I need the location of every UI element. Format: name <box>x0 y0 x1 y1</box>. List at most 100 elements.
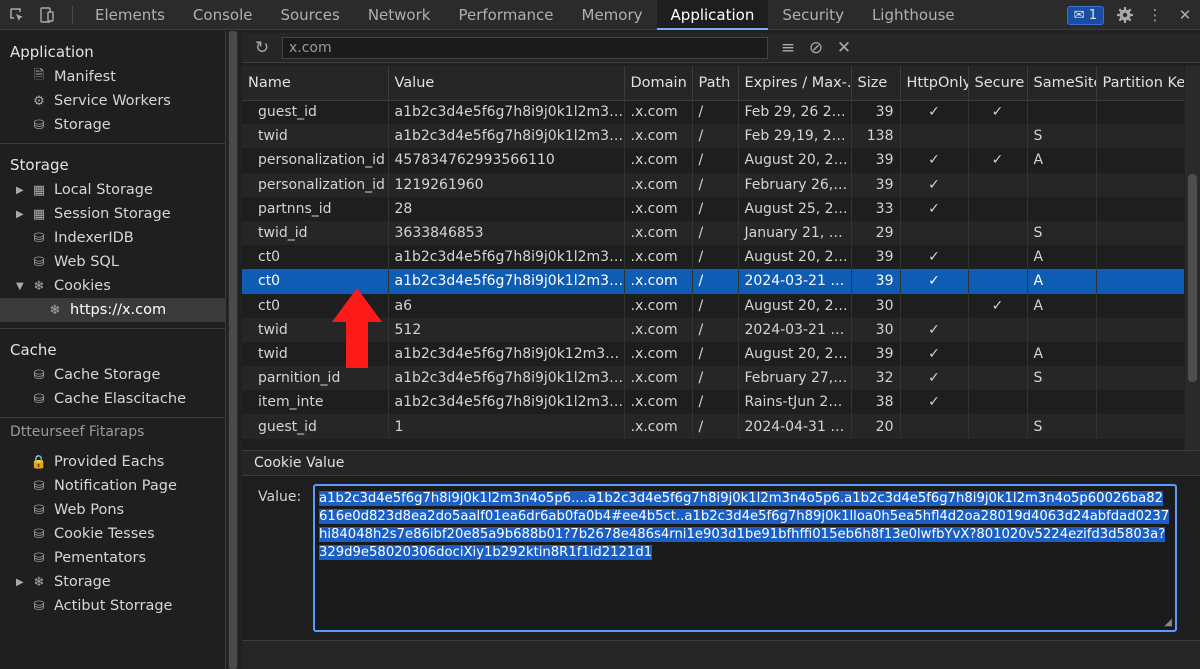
expand-arrow-icon[interactable]: ▶ <box>16 577 24 588</box>
issues-badge[interactable]: ✉ 1 <box>1066 5 1104 25</box>
table-row[interactable]: twid_id 3633846853 .x.com / January 21, 20..… <box>242 220 1184 246</box>
sidebar-item-actibut-storrage[interactable]: ⛁ Actibut Storrage <box>0 594 225 618</box>
column-header[interactable]: Partition Key <box>1096 66 1184 101</box>
table-row[interactable]: twida1b2c3d4e5f6g7h8i9j0k1l2m3n4o5....x.… <box>242 124 1184 149</box>
sidebar-item-cookies[interactable]: ▼ ❄ Cookies <box>0 274 225 298</box>
sidebar-item-indexeddb[interactable]: ⛁ IndexerIDB <box>0 226 225 250</box>
devtools-toolbar: Elements Console Sources Network Performance… <box>0 0 1200 30</box>
tab-console[interactable]: Console <box>179 0 267 30</box>
sidebar-item-cookie-tesses[interactable]: ⛁ Cookie Tesses <box>0 522 225 546</box>
tab-application[interactable]: Application <box>656 0 769 30</box>
table-cell: .x.com <box>624 414 693 439</box>
filter-input[interactable] <box>282 36 768 59</box>
table-scrollbar[interactable] <box>1185 66 1200 452</box>
table-row[interactable]: guest_id a1b2c3d4e5f6g7h8i9j0k1l2m3n4o...… <box>242 100 1184 125</box>
table-cell: / <box>692 293 739 318</box>
sidebar-item-web-sql[interactable]: ⛁ Web SQL <box>0 250 225 274</box>
clear-all-icon[interactable]: ⊘ <box>802 38 830 58</box>
toolbar-right: ✉ 1 ⋮ ✕ <box>1066 0 1200 30</box>
expand-arrow-icon[interactable]: ▶ <box>16 185 24 196</box>
column-header[interactable]: Name <box>242 66 389 101</box>
sidebar-item-notification-page[interactable]: ⛁ Notification Page <box>0 474 225 498</box>
table-row[interactable]: twid512.x.com/2024-03-21 10:...30✓ <box>242 317 1184 342</box>
tab-elements[interactable]: Elements <box>81 0 179 30</box>
sidebar-item-provided-eachs[interactable]: 🔒 Provided Eachs <box>0 450 225 474</box>
table-cell <box>1096 414 1184 439</box>
table-cell: partnns_id <box>242 196 389 221</box>
column-header[interactable]: SameSite <box>1027 66 1097 101</box>
inspect-element-icon[interactable] <box>6 4 28 26</box>
tab-network[interactable]: Network <box>354 0 445 30</box>
table-cell <box>1096 220 1184 246</box>
tab-security[interactable]: Security <box>768 0 858 30</box>
resize-handle-icon[interactable]: ◢ <box>1164 617 1172 628</box>
delete-selected-icon[interactable]: ✕ <box>830 38 858 58</box>
sidebar-scrollbar-thumb[interactable] <box>229 31 237 669</box>
column-header[interactable]: Path <box>692 66 739 101</box>
tab-lighthouse[interactable]: Lighthouse <box>858 0 969 30</box>
filter-list-icon[interactable]: ≡ <box>774 38 802 58</box>
column-header[interactable]: Expires / Max-... <box>738 66 852 101</box>
table-cell: ✓ <box>968 100 1028 125</box>
tab-performance[interactable]: Performance <box>444 0 567 30</box>
message-icon: ✉ <box>1073 7 1085 23</box>
column-header[interactable]: HttpOnly <box>900 66 969 101</box>
table-row[interactable]: personalization_id 457834762993566110 .x.c… <box>242 148 1184 173</box>
table-row[interactable]: personalization_id 1219261960 .x.com / Febru… <box>242 172 1184 197</box>
sidebar-item-pementators[interactable]: ⛁ Pementators <box>0 546 225 570</box>
table-row[interactable]: ct0a1b2c3d4e5f6g7h8i9j0k1l2m3n4o5p....x.… <box>242 269 1184 294</box>
table-row[interactable]: twid a1b2c3d4e5f6g7h8i9j0k12m3n4o... .x.co… <box>242 341 1184 367</box>
table-cell: ✓ <box>900 269 969 294</box>
table-cell <box>968 172 1028 197</box>
column-header[interactable]: Secure <box>968 66 1028 101</box>
table-cell: January 21, 20... <box>738 220 852 246</box>
column-header[interactable]: Size <box>851 66 901 101</box>
settings-gear-icon[interactable] <box>1114 4 1136 26</box>
table-cell: / <box>692 317 739 342</box>
close-devtools-icon[interactable]: ✕ <box>1174 4 1196 26</box>
sidebar-item-cache-elascitache[interactable]: ⛁ Cache Elascitache <box>0 387 225 411</box>
table-row[interactable]: guest_id1.x.com/2024-04-31 10:...20 S <box>242 414 1184 439</box>
expand-arrow-icon[interactable]: ▶ <box>16 209 24 220</box>
sidebar-item-manifest[interactable]: 🗎 Manifest <box>0 65 225 89</box>
table-row[interactable]: partnns_id28.x.com/August 25, 202...33✓ <box>242 196 1184 221</box>
table-cell: .x.com <box>624 172 693 197</box>
sidebar-item-storage[interactable]: ▶ ❄ Storage <box>0 570 225 594</box>
more-options-icon[interactable]: ⋮ <box>1144 4 1166 26</box>
device-toolbar-icon[interactable] <box>36 4 58 26</box>
sidebar-scrollbar[interactable] <box>228 31 238 669</box>
refresh-icon[interactable]: ↻ <box>248 38 276 58</box>
table-scrollbar-thumb[interactable] <box>1188 174 1197 382</box>
table-row[interactable]: parnition_id a1b2c3d4e5f6g7h8i9j0k1l2m3n4… <box>242 366 1184 391</box>
sidebar-item-service-workers[interactable]: ⚙ Service Workers <box>0 89 225 113</box>
sidebar-item-cache-storage[interactable]: ⛁ Cache Storage <box>0 363 225 387</box>
column-header[interactable]: Domain <box>624 66 693 101</box>
sidebar-item-cookie-origin[interactable]: ❄ https://x.com <box>0 298 225 322</box>
sidebar-item-storage-overview[interactable]: ⛁ Storage <box>0 113 225 137</box>
table-cell: 2024-04-31 10:... <box>738 414 852 439</box>
table-cell: 20 <box>851 414 901 439</box>
column-header[interactable]: Value <box>388 66 625 101</box>
tab-memory[interactable]: Memory <box>568 0 657 30</box>
collapse-arrow-icon[interactable]: ▼ <box>16 281 24 292</box>
tab-sources[interactable]: Sources <box>266 0 353 30</box>
table-row[interactable]: item_intea1b2c3d4e5f6g7h8i9j0k1l2m3n4o5.… <box>242 390 1184 415</box>
table-cell: twid_id <box>242 220 389 246</box>
table-cell: / <box>692 196 739 221</box>
database-icon: ⛁ <box>33 391 45 407</box>
cookie-icon: ❄ <box>33 574 45 590</box>
table-cell: a1b2c3d4e5f6g7h8i9j0k1l2m3n4o5... <box>388 124 625 149</box>
table-cell <box>1027 196 1097 221</box>
table-row[interactable]: ct0 a6 .x.com / August 20, 20... 30 ✓ A <box>242 293 1184 318</box>
lock-icon: 🔒 <box>30 454 48 470</box>
sidebar-item-web-pons[interactable]: ⛁ Web Pons <box>0 498 225 522</box>
cookie-value-textarea[interactable]: a1b2c3d4e5f6g7h8i9j0k1l2m3n4o5p6....a1b2… <box>313 484 1177 632</box>
sidebar-item-local-storage[interactable]: ▶ ▦ Local Storage <box>0 178 225 202</box>
table-cell: 3633846853 <box>388 220 625 246</box>
table-cell: 28 <box>388 196 625 221</box>
table-row[interactable]: ct0a1b2c3d4e5f6g7h8i9j0k1l2m3n4o5p.x.com… <box>242 245 1184 270</box>
sidebar-item-session-storage[interactable]: ▶ ▦ Session Storage <box>0 202 225 226</box>
table-cell: ✓ <box>900 100 969 125</box>
table-cell: 2024-03-21 10:... <box>738 317 852 342</box>
sidebar-item-label: Web Pons <box>54 502 125 518</box>
